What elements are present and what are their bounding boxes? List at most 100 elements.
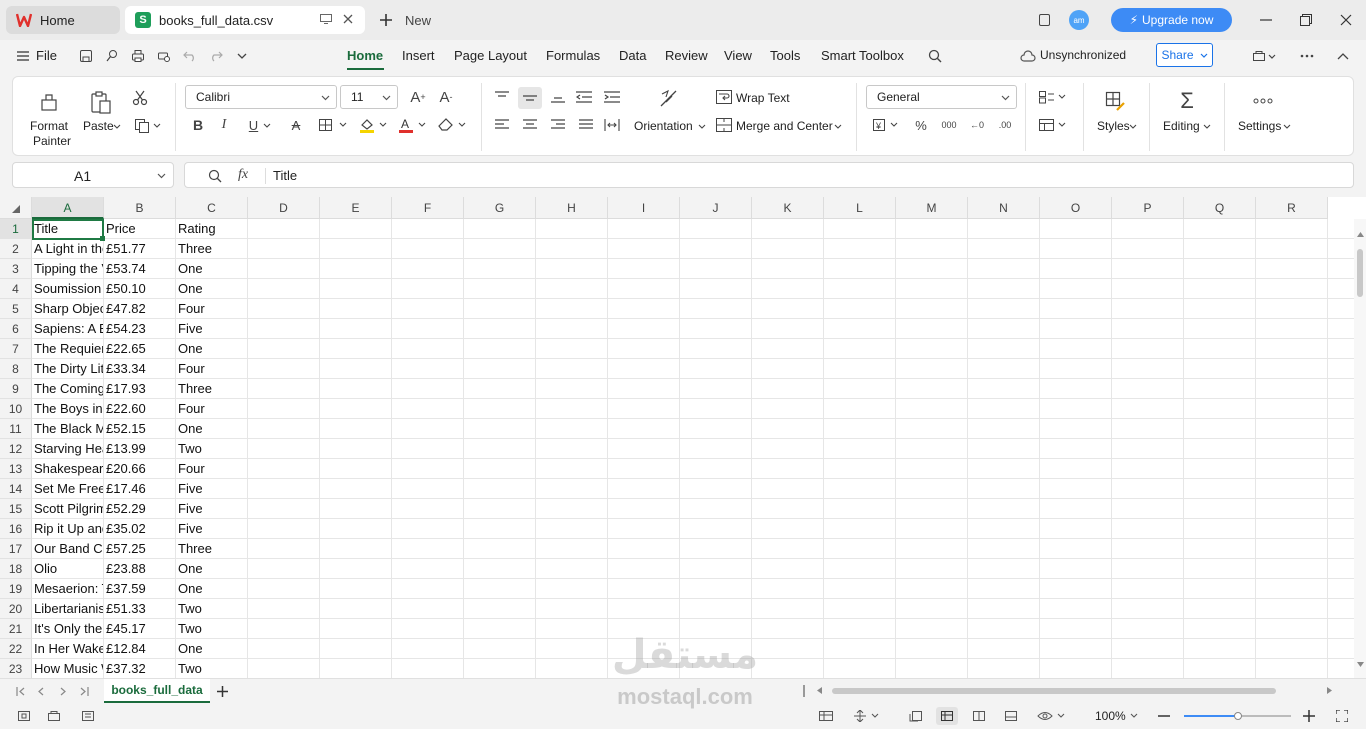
normal-view-icon[interactable] — [936, 707, 958, 725]
decrease-indent-icon[interactable] — [575, 89, 593, 105]
orientation-chevron-icon[interactable] — [698, 124, 706, 129]
font-size-select[interactable]: 11 — [340, 85, 398, 109]
cell-price[interactable]: £20.66 — [104, 459, 175, 479]
number-format-select[interactable]: General — [866, 85, 1017, 109]
column-header-d[interactable]: D — [248, 197, 320, 219]
wrap-text-icon[interactable] — [715, 89, 733, 105]
row-header-23[interactable]: 23 — [0, 659, 32, 678]
zoom-slider[interactable] — [1184, 712, 1291, 720]
cell-price[interactable]: Price — [104, 219, 175, 239]
column-header-l[interactable]: L — [824, 197, 896, 219]
window-mode-icon[interactable] — [1036, 12, 1052, 28]
orientation-icon[interactable] — [657, 87, 681, 111]
undo-icon[interactable] — [182, 48, 198, 64]
distribute-icon[interactable] — [603, 117, 621, 133]
add-sheet-icon[interactable] — [215, 684, 229, 698]
sum-icon[interactable]: Σ — [1176, 88, 1198, 113]
cell-price[interactable]: £57.25 — [104, 539, 175, 559]
cell-price[interactable]: £35.02 — [104, 519, 175, 539]
menu-data[interactable]: Data — [619, 48, 646, 63]
cell-price[interactable]: £37.59 — [104, 579, 175, 599]
row-header-16[interactable]: 16 — [0, 519, 32, 539]
increase-indent-icon[interactable] — [603, 89, 621, 105]
orientation-label[interactable]: Orientation — [634, 119, 693, 133]
column-header-k[interactable]: K — [752, 197, 824, 219]
cell-title[interactable]: Our Band Could Be Your Life — [32, 539, 103, 559]
currency-icon[interactable]: ¥ — [871, 117, 901, 133]
cell-price[interactable]: £22.65 — [104, 339, 175, 359]
print-preview-icon[interactable] — [156, 48, 172, 64]
cell-price[interactable]: £33.34 — [104, 359, 175, 379]
fill-color-icon[interactable] — [359, 116, 389, 134]
cell-rating[interactable]: One — [176, 419, 247, 439]
settings-chevron-icon[interactable] — [1283, 124, 1291, 129]
record-icon[interactable] — [46, 709, 62, 723]
font-name-select[interactable]: Calibri — [185, 85, 337, 109]
cell-title[interactable]: Set Me Free — [32, 479, 103, 499]
cell-price[interactable]: £51.33 — [104, 599, 175, 619]
row-header-7[interactable]: 7 — [0, 339, 32, 359]
underline-icon[interactable]: U — [245, 116, 275, 134]
cell-price[interactable]: £17.93 — [104, 379, 175, 399]
zoom-level[interactable]: 100% — [1095, 709, 1126, 723]
freeze-icon[interactable] — [852, 709, 882, 723]
cell-price[interactable]: £23.88 — [104, 559, 175, 579]
more-options-icon[interactable] — [1299, 48, 1315, 64]
cell-price[interactable]: £52.15 — [104, 419, 175, 439]
format-painter-icon[interactable] — [38, 91, 60, 113]
row-header-15[interactable]: 15 — [0, 499, 32, 519]
zoom-out-icon[interactable] — [1157, 709, 1171, 723]
cell-title[interactable]: Soumission — [32, 279, 103, 299]
cell-rating[interactable]: Four — [176, 459, 247, 479]
quick-access-chevron-icon[interactable] — [234, 48, 250, 64]
cell-title[interactable]: The Black Maria — [32, 419, 103, 439]
borders-icon[interactable] — [317, 116, 351, 134]
cell-rating[interactable]: Two — [176, 599, 247, 619]
row-header-19[interactable]: 19 — [0, 579, 32, 599]
formula-input[interactable]: Title — [273, 168, 297, 183]
cell-rating[interactable]: Two — [176, 619, 247, 639]
format-painter-label-1[interactable]: Format — [30, 119, 68, 133]
cell-rating[interactable]: Five — [176, 499, 247, 519]
column-header-m[interactable]: M — [896, 197, 968, 219]
column-header-o[interactable]: O — [1040, 197, 1112, 219]
avatar[interactable]: am — [1069, 10, 1089, 30]
cell-rating[interactable]: Two — [176, 659, 247, 678]
column-header-a[interactable]: A — [32, 197, 104, 219]
cell-rating[interactable]: Five — [176, 519, 247, 539]
tab-close-icon[interactable] — [341, 12, 355, 26]
cell-title[interactable]: Scott Pilgrim's Precious — [32, 499, 103, 519]
cell-title[interactable]: The Requiem Red — [32, 339, 103, 359]
horizontal-scroll-thumb[interactable] — [832, 688, 1276, 694]
tab-file[interactable]: S books_full_data.csv — [125, 6, 365, 34]
cell-price[interactable]: £12.84 — [104, 639, 175, 659]
cell-title[interactable]: Tipping the Velvet — [32, 259, 103, 279]
zoom-chevron-icon[interactable] — [1130, 713, 1138, 718]
cell-title[interactable]: Mesaerion: The Best — [32, 579, 103, 599]
settings-more-icon[interactable] — [1251, 93, 1275, 109]
close-window-icon[interactable] — [1338, 12, 1354, 28]
row-header-3[interactable]: 3 — [0, 259, 32, 279]
hamburger-icon[interactable] — [16, 49, 30, 63]
format-painter-label-2[interactable]: Painter — [33, 134, 71, 148]
cell-rating[interactable]: Three — [176, 379, 247, 399]
row-header-10[interactable]: 10 — [0, 399, 32, 419]
row-header-4[interactable]: 4 — [0, 279, 32, 299]
cell-title[interactable]: The Coming Woman — [32, 379, 103, 399]
cell-title[interactable]: The Boys in the Boat — [32, 399, 103, 419]
row-header-2[interactable]: 2 — [0, 239, 32, 259]
row-header-17[interactable]: 17 — [0, 539, 32, 559]
cloud-sync-icon[interactable] — [1019, 48, 1037, 64]
align-left-icon[interactable] — [493, 117, 511, 133]
eye-protection-icon[interactable] — [1036, 709, 1068, 723]
cell-price[interactable]: £13.99 — [104, 439, 175, 459]
cell-title[interactable]: Libertarianism for Beginners — [32, 599, 103, 619]
share-button[interactable]: Share — [1156, 43, 1213, 67]
cell-rating[interactable]: One — [176, 579, 247, 599]
cell-title[interactable]: The Dirty Little Secrets — [32, 359, 103, 379]
cell-price[interactable]: £53.74 — [104, 259, 175, 279]
cell-rating[interactable]: Three — [176, 239, 247, 259]
cell-rating[interactable]: One — [176, 639, 247, 659]
column-header-c[interactable]: C — [176, 197, 248, 219]
bold-icon[interactable]: B — [189, 116, 207, 134]
